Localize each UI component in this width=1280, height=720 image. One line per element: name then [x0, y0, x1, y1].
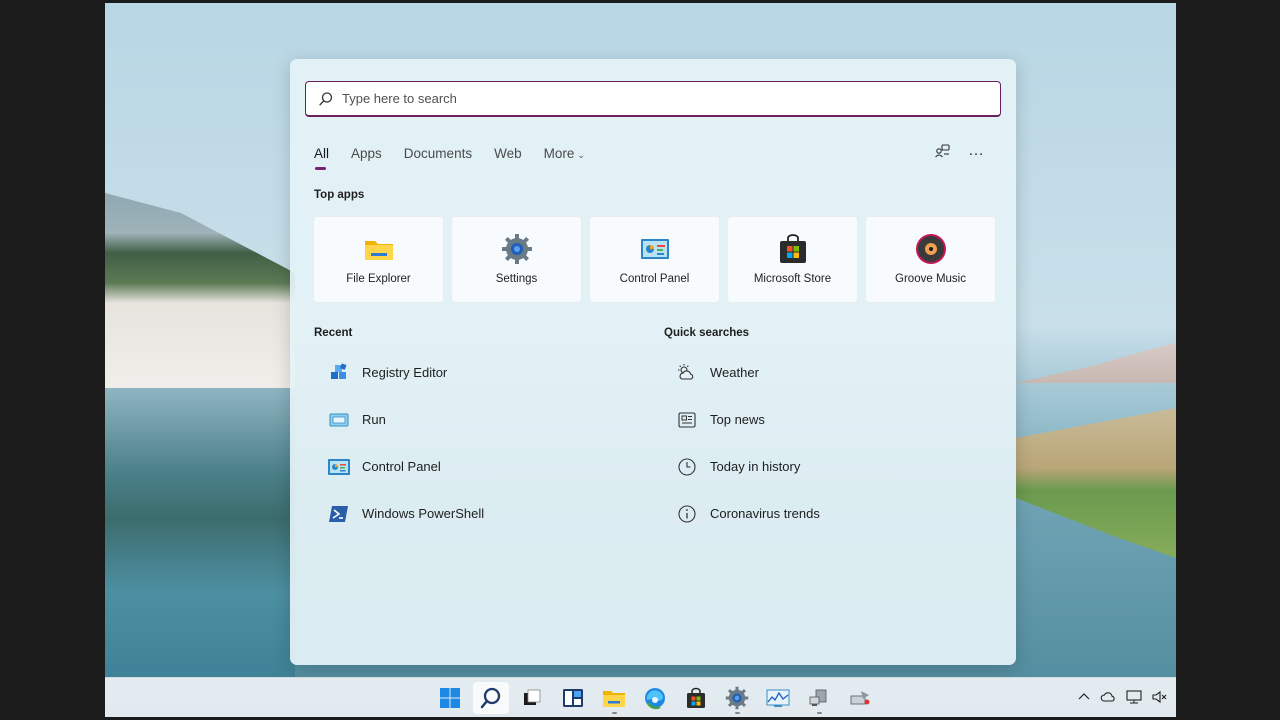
clock-icon — [676, 456, 698, 478]
recent-item-control-panel[interactable]: Control Panel — [328, 443, 484, 490]
quick-search-today-in-history[interactable]: Today in history — [676, 443, 820, 490]
newspaper-icon — [676, 409, 698, 431]
taskbar-settings[interactable] — [719, 682, 755, 714]
system-tray — [1068, 690, 1168, 704]
tab-more[interactable]: More ⌄ — [544, 146, 585, 161]
taskbar-edge[interactable] — [637, 682, 673, 714]
volume-muted-icon[interactable] — [1152, 690, 1168, 704]
folder-icon — [603, 691, 625, 707]
cloud-sun-icon — [676, 362, 698, 384]
windows-logo-icon — [440, 688, 460, 708]
app-card-file-explorer[interactable]: File Explorer — [313, 216, 444, 303]
quick-search-coronavirus-trends[interactable]: Coronavirus trends — [676, 490, 820, 537]
quick-search-label: Weather — [710, 365, 759, 380]
quick-search-label: Today in history — [710, 459, 801, 474]
control-panel-icon — [640, 239, 669, 259]
control-panel-icon — [328, 456, 350, 478]
registry-cubes-icon — [328, 362, 350, 384]
recent-item-windows-powershell[interactable]: Windows PowerShell — [328, 490, 484, 537]
search-flyout: All Apps Documents Web More⌄ … Top apps … — [290, 59, 1016, 665]
taskbar-network-tool[interactable] — [842, 682, 878, 714]
recent-item-label: Run — [362, 412, 386, 427]
tab-apps[interactable]: Apps — [351, 146, 382, 161]
running-indicator — [816, 712, 822, 714]
tab-documents[interactable]: Documents — [404, 146, 472, 161]
task-view-icon — [524, 689, 541, 705]
running-indicator — [611, 712, 617, 714]
store-bag-icon — [779, 234, 806, 263]
recent-title: Recent — [314, 327, 353, 339]
recent-item-run[interactable]: Run — [328, 396, 484, 443]
network-tool-icon — [850, 691, 870, 705]
tab-all[interactable]: All — [314, 146, 329, 170]
recent-list: Registry Editor Run Control Panel Window… — [328, 349, 484, 537]
tab-web[interactable]: Web — [494, 146, 522, 161]
more-options-button[interactable]: … — [964, 139, 988, 163]
onedrive-cloud-icon[interactable] — [1100, 691, 1116, 703]
app-card-settings[interactable]: Settings — [451, 216, 582, 303]
network-icon[interactable] — [1126, 690, 1142, 704]
chevron-down-icon: ⌄ — [577, 149, 585, 160]
store-bag-icon — [687, 687, 705, 708]
taskbar-performance-monitor[interactable] — [760, 682, 796, 714]
performance-graph-icon — [766, 689, 790, 707]
app-label: Control Panel — [619, 273, 690, 285]
recent-item-label: Windows PowerShell — [362, 506, 485, 521]
taskbar-apps — [432, 682, 883, 714]
taskbar-search-button[interactable] — [473, 682, 509, 714]
quick-search-label: Top news — [710, 412, 765, 427]
widgets-icon — [563, 689, 583, 707]
quick-search-label: Coronavirus trends — [710, 506, 820, 521]
gear-icon — [501, 234, 532, 264]
recent-item-registry-editor[interactable]: Registry Editor — [328, 349, 484, 396]
recent-item-label: Registry Editor — [362, 365, 448, 380]
filter-tabs: All Apps Documents Web More ⌄ — [314, 141, 607, 170]
quick-searches-title: Quick searches — [664, 327, 750, 339]
wallpaper-hill-right — [1016, 343, 1176, 383]
run-window-icon — [328, 409, 350, 431]
quick-search-weather[interactable]: Weather — [676, 349, 820, 396]
account-switch-icon — [934, 143, 950, 157]
tab-more-label: More — [543, 145, 575, 161]
panel-tools: … — [920, 139, 988, 163]
account-switch-button[interactable] — [930, 139, 954, 163]
taskbar-file-explorer[interactable] — [596, 682, 632, 714]
gear-icon — [725, 686, 749, 710]
search-icon — [318, 91, 334, 107]
start-button[interactable] — [432, 682, 468, 714]
running-indicator — [734, 712, 740, 714]
top-apps-grid: File Explorer Settings Control Panel Mic… — [313, 216, 1003, 303]
recent-item-label: Control Panel — [362, 459, 441, 474]
quick-search-top-news[interactable]: Top news — [676, 396, 820, 443]
folder-icon — [364, 241, 393, 260]
app-card-control-panel[interactable]: Control Panel — [589, 216, 720, 303]
task-view-button[interactable] — [514, 682, 550, 714]
chevron-up-icon[interactable] — [1078, 692, 1090, 702]
music-disc-icon — [915, 234, 946, 264]
taskbar-microsoft-store[interactable] — [678, 682, 714, 714]
search-input[interactable] — [342, 91, 962, 106]
app-card-groove-music[interactable]: Groove Music — [865, 216, 996, 303]
app-label: Groove Music — [895, 273, 966, 285]
quick-searches-list: Weather Top news Today in history Corona… — [676, 349, 820, 537]
powershell-icon — [328, 503, 350, 525]
app-label: File Explorer — [346, 273, 411, 285]
taskbar — [105, 677, 1176, 717]
search-box[interactable] — [305, 81, 1001, 117]
wallpaper-water-left — [105, 388, 295, 678]
device-manager-icon — [809, 689, 827, 706]
search-icon — [480, 687, 501, 709]
top-apps-title: Top apps — [314, 189, 365, 201]
wallpaper-grass-right — [1016, 408, 1176, 558]
info-icon — [676, 503, 698, 525]
wallpaper-hill-left — [105, 193, 295, 393]
app-label: Settings — [495, 273, 538, 285]
taskbar-device-manager[interactable] — [801, 682, 837, 714]
app-label: Microsoft Store — [753, 273, 832, 285]
edge-browser-icon — [645, 688, 665, 710]
widgets-button[interactable] — [555, 682, 591, 714]
app-card-microsoft-store[interactable]: Microsoft Store — [727, 216, 858, 303]
